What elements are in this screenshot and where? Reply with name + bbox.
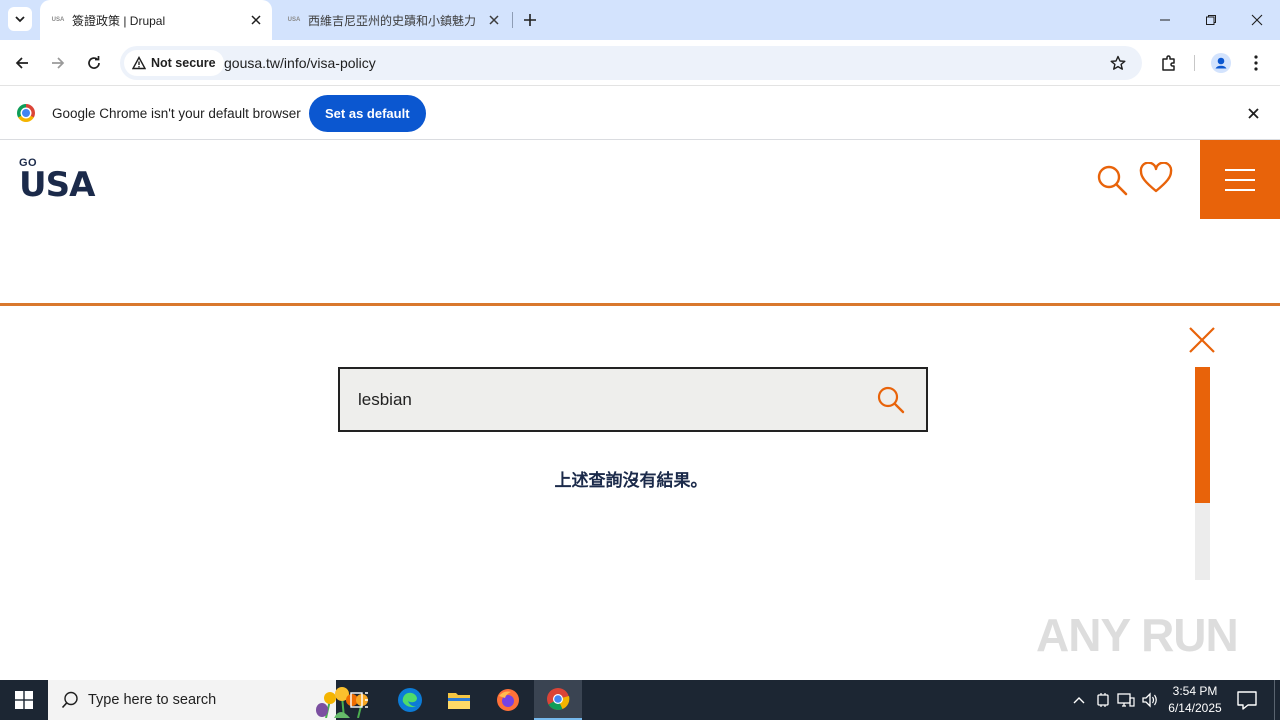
gousa-logo[interactable]: GO USA — [19, 158, 95, 205]
arrow-right-icon — [52, 57, 65, 69]
forward-button[interactable] — [44, 49, 72, 77]
tab-search-button[interactable] — [8, 7, 32, 31]
close-icon — [251, 15, 261, 25]
site-search-input[interactable] — [358, 369, 858, 430]
no-results-message: 上述查詢沒有結果。 — [554, 471, 708, 491]
search-icon — [61, 691, 78, 709]
notifications-icon[interactable] — [1236, 690, 1258, 710]
warning-icon — [132, 56, 146, 70]
edge-taskbar-button[interactable] — [386, 680, 434, 720]
toolbar-divider — [1194, 55, 1195, 71]
firefox-taskbar-button[interactable] — [484, 680, 532, 720]
chrome-logo-icon — [17, 104, 35, 122]
chrome-menu-button[interactable] — [1242, 49, 1270, 77]
clock-date: 6/14/2025 — [1168, 701, 1222, 715]
start-button[interactable] — [0, 680, 48, 720]
file-explorer-taskbar-button[interactable] — [435, 680, 483, 720]
close-search-icon[interactable] — [1186, 324, 1218, 356]
site-info-chip[interactable]: Not secure — [124, 50, 224, 76]
bookmark-button[interactable] — [1106, 51, 1130, 75]
close-icon — [1251, 14, 1263, 26]
profile-button[interactable] — [1207, 49, 1235, 77]
folder-icon — [448, 693, 470, 709]
tab-separator — [512, 12, 513, 28]
reload-icon — [88, 56, 100, 69]
menu-line — [1225, 178, 1255, 181]
tab-title: 簽證政策 | Drupal — [72, 13, 166, 28]
default-browser-infobar: Google Chrome isn't your default browser… — [0, 87, 1280, 140]
set-as-default-button[interactable]: Set as default — [309, 95, 426, 132]
browser-toolbar: Not secure gousa.tw/info/visa-policy — [0, 40, 1280, 86]
task-view-icon — [350, 692, 368, 708]
tray-device-button[interactable] — [1093, 690, 1113, 710]
taskbar-search-box[interactable]: Type here to search — [48, 680, 368, 720]
chrome-taskbar-button[interactable] — [534, 680, 582, 720]
infobar-close-button[interactable] — [1243, 103, 1263, 123]
favorites-heart-icon[interactable] — [1139, 162, 1173, 194]
minimize-button[interactable] — [1142, 0, 1188, 40]
hamburger-menu-button[interactable] — [1200, 140, 1280, 219]
menu-line — [1225, 188, 1255, 191]
show-hidden-icons-button[interactable] — [1069, 690, 1089, 710]
firefox-icon — [497, 689, 519, 711]
address-bar[interactable]: Not secure gousa.tw/info/visa-policy — [120, 46, 1142, 80]
network-button[interactable] — [1116, 690, 1136, 710]
star-icon — [1110, 55, 1126, 70]
close-icon — [489, 15, 499, 25]
puzzle-icon — [1162, 55, 1175, 71]
usa-favicon-icon: USA — [51, 17, 65, 23]
site-search-box — [338, 367, 928, 432]
results-scrollbar[interactable] — [1195, 367, 1210, 580]
anyrun-watermark: ANY RUN — [1036, 609, 1239, 661]
taskbar-search-placeholder: Type here to search — [88, 692, 217, 708]
extensions-button[interactable] — [1155, 49, 1183, 77]
speaker-icon — [1142, 692, 1157, 708]
task-view-button[interactable] — [336, 680, 384, 720]
show-desktop-button[interactable] — [1274, 680, 1275, 720]
usa-favicon-icon: USA — [287, 17, 301, 23]
scrollbar-thumb[interactable] — [1195, 367, 1210, 503]
restore-icon — [1206, 15, 1216, 25]
menu-line — [1225, 168, 1255, 171]
arrow-left-icon — [15, 57, 28, 69]
search-submit-icon[interactable] — [876, 385, 906, 415]
person-icon — [1211, 53, 1231, 73]
chevron-down-icon — [15, 16, 25, 23]
minimize-icon — [1160, 19, 1170, 21]
tab-strip: USA 簽證政策 | Drupal USA 西維吉尼亞州的史蹟和小鎮魅力 — [0, 0, 1280, 40]
logo-usa-text: USA — [19, 165, 95, 205]
tab-visa-policy[interactable]: USA 簽證政策 | Drupal — [40, 0, 272, 40]
url-text[interactable]: gousa.tw/info/visa-policy — [224, 46, 376, 80]
infobar-message: Google Chrome isn't your default browser — [52, 106, 301, 121]
tab-west-virginia[interactable]: USA 西維吉尼亞州的史蹟和小鎮魅力 — [276, 0, 510, 40]
tab-close-button[interactable] — [246, 10, 266, 30]
security-label: Not secure — [151, 56, 216, 70]
tab-title: 西維吉尼亞州的史蹟和小鎮魅力 — [308, 13, 477, 28]
volume-button[interactable] — [1140, 690, 1160, 710]
header-search-icon[interactable] — [1096, 164, 1128, 196]
back-button[interactable] — [8, 49, 36, 77]
windows-taskbar: Type here to search 3:54 PM 6/14/2025 — [0, 680, 1280, 720]
clock-time: 3:54 PM — [1172, 684, 1218, 698]
window-close-button[interactable] — [1234, 0, 1280, 40]
new-tab-button[interactable] — [518, 8, 542, 32]
network-icon — [1117, 693, 1135, 707]
page-content: GO USA 上述查詢沒有結果。 ANY RUN — [0, 140, 1280, 680]
system-clock[interactable]: 3:54 PM 6/14/2025 — [1160, 683, 1230, 717]
chrome-icon — [547, 688, 570, 710]
chevron-up-icon — [1073, 697, 1085, 704]
reload-button[interactable] — [80, 49, 108, 77]
close-icon — [1247, 107, 1259, 119]
search-overlay-top-border — [0, 303, 1280, 306]
restore-button[interactable] — [1188, 0, 1234, 40]
plus-icon — [524, 14, 536, 26]
device-icon — [1097, 693, 1109, 707]
tab-close-button[interactable] — [484, 10, 504, 30]
edge-icon — [398, 688, 422, 712]
windows-logo-icon — [15, 691, 33, 709]
kebab-menu-icon — [1254, 55, 1258, 71]
